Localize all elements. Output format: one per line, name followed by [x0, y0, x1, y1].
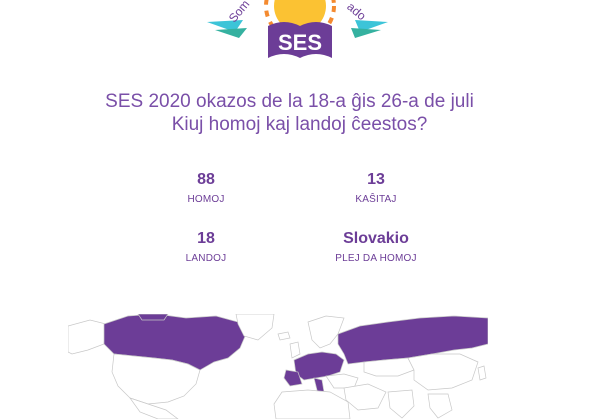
stat-value: Slovakio — [343, 230, 409, 247]
stat-countries: 18 LANDOJ — [126, 229, 286, 266]
stat-value: 13 — [367, 171, 385, 188]
logo-ray-left-2 — [215, 28, 247, 38]
map-region-africa — [273, 389, 351, 419]
stat-label: LANDOJ — [185, 253, 227, 264]
stat-value: 18 — [197, 230, 215, 247]
heading-line-2: Kiuj homoj kaj landoj ĉeestos? — [171, 114, 428, 135]
stat-label: KAŜITAJ — [355, 194, 397, 205]
map-country-india — [387, 389, 415, 419]
map-country-canada-islands — [137, 313, 169, 321]
world-map[interactable] — [67, 313, 489, 419]
page-heading: SES 2020 okazos de la 18-a ĝis 26-a de j… — [0, 90, 589, 136]
logo-arc-right: ado — [344, 0, 369, 23]
world-map-svg — [67, 313, 489, 419]
ses-logo: Som ado SES — [205, 0, 390, 62]
stat-top-country: Slovakio PLEJ DA HOMOJ — [296, 229, 456, 266]
stat-value: 88 — [197, 171, 215, 188]
logo-ray-right-2 — [351, 28, 381, 38]
heading-line-1: SES 2020 okazos de la 18-a ĝis 26-a de j… — [105, 91, 474, 112]
map-country-turkey — [325, 373, 359, 389]
map-region-se-asia — [427, 393, 453, 419]
logo-text: SES — [278, 30, 322, 55]
map-country-iceland — [277, 331, 291, 341]
map-country-japan — [477, 365, 487, 381]
stat-label: PLEJ DA HOMOJ — [335, 253, 417, 264]
map-country-china — [407, 353, 479, 391]
map-region-middle-east — [343, 383, 387, 411]
map-country-alaska — [67, 319, 107, 355]
map-country-uk — [289, 341, 301, 359]
stat-label: HOMOJ — [187, 194, 225, 205]
logo-graphic: Som ado SES — [207, 0, 388, 58]
stat-people: 88 HOMOJ — [126, 170, 286, 207]
stat-hidden: 13 KAŜITAJ — [296, 170, 456, 207]
